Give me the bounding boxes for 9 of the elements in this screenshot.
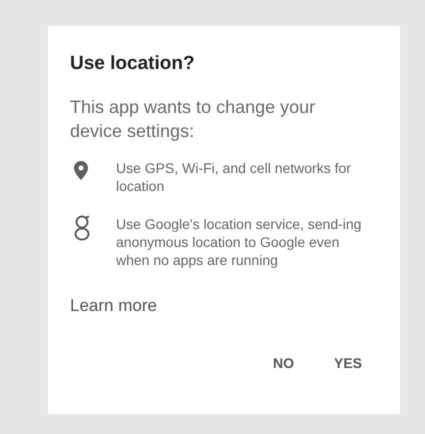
permission-text: Use Google's location service, send-ing anonymous location to Google even when no apps are running xyxy=(116,214,362,268)
dialog-title: Use location? xyxy=(70,52,196,76)
learn-more-link[interactable]: Learn more xyxy=(70,296,157,314)
dialog-button[interactable]: NO xyxy=(272,352,294,374)
dialog-message: This app wants to change your device settings: xyxy=(70,96,316,142)
permission-text: Use GPS, Wi-Fi, and cell networks for location xyxy=(116,158,352,194)
g-logo-icon xyxy=(74,214,90,240)
dialog-button[interactable]: YES xyxy=(334,352,362,374)
location-pin-icon xyxy=(74,160,88,180)
